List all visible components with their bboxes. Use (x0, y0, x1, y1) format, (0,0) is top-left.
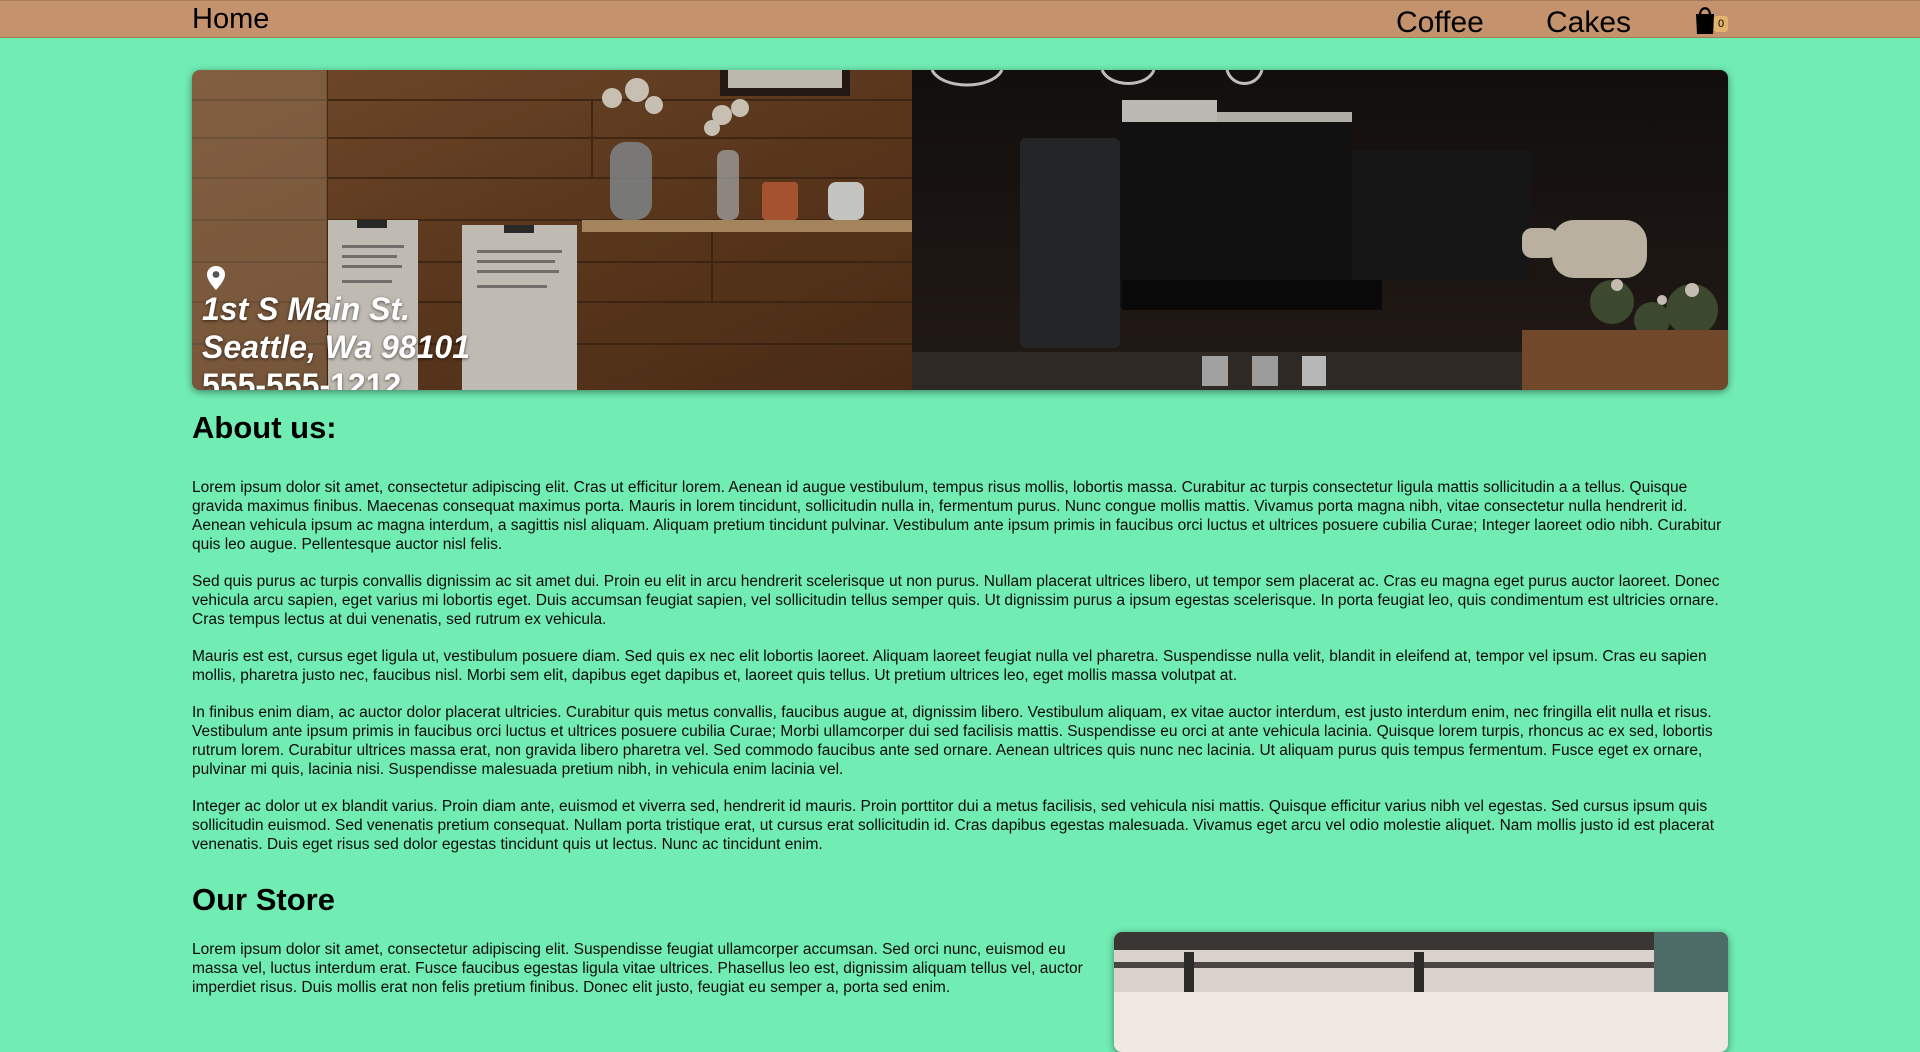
main-content: About us: Lorem ipsum dolor sit amet, co… (192, 410, 1728, 1052)
nav-coffee-link[interactable]: Coffee (1396, 6, 1484, 40)
map-pin-icon (207, 266, 225, 290)
store-image (1114, 932, 1728, 1052)
about-paragraph: Mauris est est, cursus eget ligula ut, v… (192, 648, 1707, 684)
about-paragraph: Lorem ipsum dolor sit amet, consectetur … (192, 479, 1722, 553)
nav-cakes-link[interactable]: Cakes (1546, 6, 1631, 40)
store-section: Lorem ipsum dolor sit amet, consectetur … (192, 932, 1728, 1052)
about-paragraph: Integer ac dolor ut ex blandit varius. P… (192, 798, 1715, 853)
cart-count-badge: 0 (1714, 16, 1728, 32)
address-line-1: 1st S Main St. (202, 291, 411, 327)
about-heading: About us: (192, 410, 337, 445)
top-navbar: Home Coffee Cakes 0 (0, 0, 1920, 40)
phone-link[interactable]: 555-555-1212 (202, 366, 470, 390)
nav-home-link[interactable]: Home (192, 3, 269, 36)
about-paragraph: Sed quis purus ac turpis convallis digni… (192, 573, 1720, 628)
hero-banner: 1st S Main St. Seattle, Wa 98101 555-555… (192, 70, 1728, 390)
about-paragraph: In finibus enim diam, ac auctor dolor pl… (192, 704, 1713, 778)
hero-location-info: 1st S Main St. Seattle, Wa 98101 555-555… (202, 266, 470, 390)
address-line-2: Seattle, Wa 98101 (202, 329, 471, 365)
store-paragraph: Lorem ipsum dolor sit amet, consectetur … (192, 941, 1083, 996)
store-heading: Our Store (192, 882, 335, 917)
